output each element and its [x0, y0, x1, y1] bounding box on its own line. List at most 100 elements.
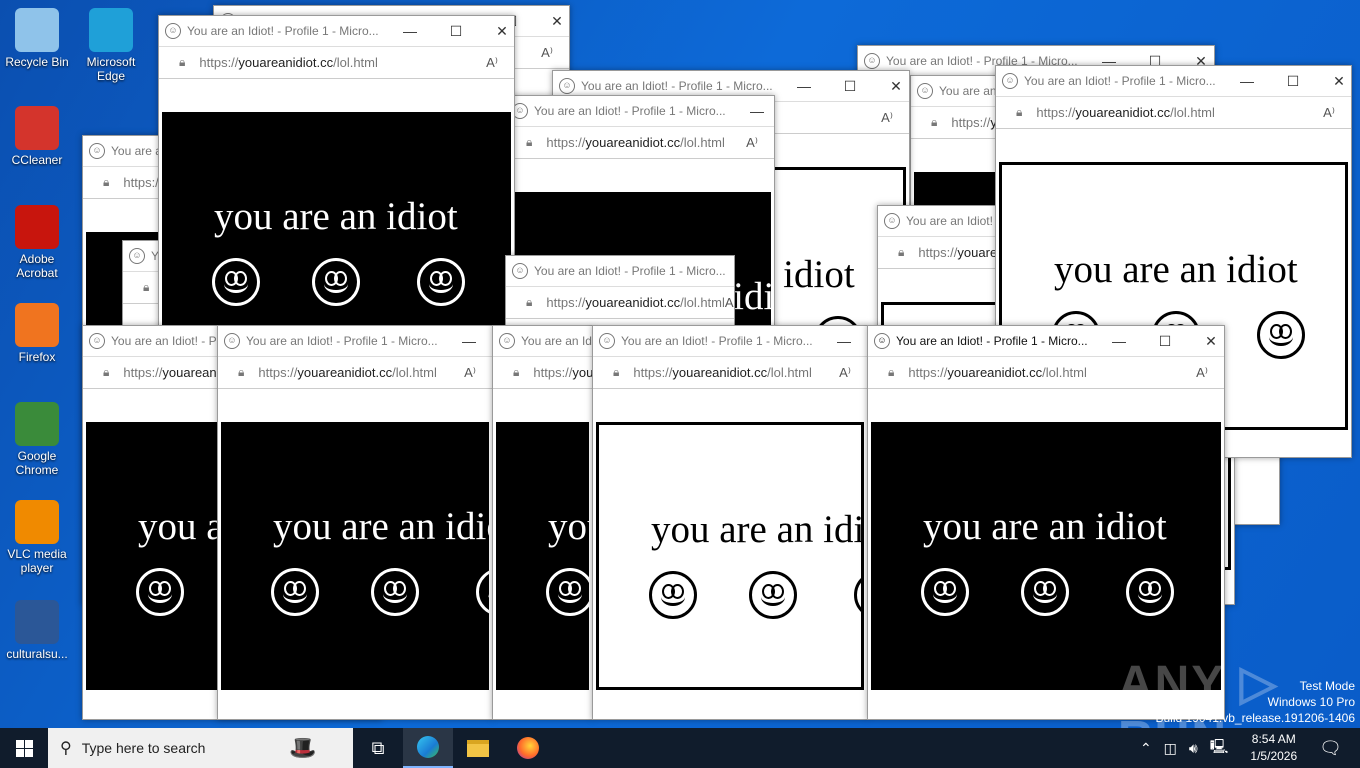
taskbar-firefox-button[interactable] [503, 728, 553, 768]
maximize-button[interactable]: ☐ [433, 23, 479, 40]
network-icon[interactable]: 🖳 [1210, 736, 1229, 760]
minimize-button[interactable]: — [821, 333, 867, 349]
meet-now-icon[interactable]: ◫ [1164, 740, 1177, 757]
vlc-icon [15, 500, 59, 544]
clock[interactable]: 8:54 AM 1/5/2026 [1250, 731, 1297, 765]
title-bar[interactable]: ☺ You are an Idiot! - Profile 1 - Micro.… [868, 326, 1224, 357]
desktop-icon[interactable]: Adobe Acrobat [0, 205, 74, 280]
read-aloud-icon[interactable]: A⁾ [486, 55, 498, 71]
cortana-search-highlight-icon: 🎩 [253, 728, 353, 768]
notifications-icon[interactable]: 🗨︎ [1319, 738, 1342, 759]
url-prefix: https:// [951, 115, 991, 130]
smiley-icon [476, 568, 489, 616]
smiley-icon [1257, 311, 1305, 359]
minimize-button[interactable]: — [781, 78, 827, 94]
taskbar-edge-button[interactable] [403, 728, 453, 768]
address-bar[interactable]: 🔒︎ https://youareanidiot.cc/lol.html A⁾ [868, 357, 1224, 389]
read-aloud-icon[interactable]: A⁾ [1196, 365, 1208, 381]
desktop-icon-label: Microsoft Edge [86, 55, 136, 83]
minimize-button[interactable]: — [387, 23, 433, 39]
clock-time: 8:54 AM [1251, 732, 1296, 746]
browser-window[interactable]: ☺ You are an Idiot! - Profile 1 - Micro.… [592, 325, 868, 720]
taskbar-file-explorer-button[interactable] [453, 728, 503, 768]
address-bar[interactable]: 🔒︎ https://youareanidiot.cc/lol.html A⁾ [218, 357, 492, 389]
title-bar[interactable]: ☺ You are an Idiot! - Profile 1 - Micro.… [159, 16, 514, 47]
minimize-button[interactable]: — [1224, 73, 1270, 89]
smiley-icon [371, 568, 419, 616]
url-prefix: https:// [633, 365, 673, 380]
desktop-icon[interactable]: Firefox [0, 303, 74, 364]
start-button[interactable] [0, 728, 48, 768]
lock-icon: 🔒︎ [526, 295, 533, 309]
smiley-favicon-icon: ☺ [165, 23, 181, 39]
title-bar[interactable]: ☺ You are an Idiot! - Profile 1 - Micro.… [996, 66, 1351, 97]
browser-window[interactable]: ☺ You are an Idiot! - Profile 1 - Micro.… [492, 325, 593, 720]
lock-icon: 🔒︎ [888, 365, 895, 379]
close-button[interactable]: ✕ [1316, 73, 1351, 90]
read-aloud-icon[interactable]: A⁾ [541, 45, 553, 61]
maximize-button[interactable]: ☐ [827, 78, 873, 95]
windows-watermark: Test Mode Windows 10 Pro Build 19041.vb_… [1156, 678, 1356, 726]
smiley-icon [312, 258, 360, 306]
desktop-icon-label: VLC media player [7, 547, 67, 575]
close-button[interactable]: ✕ [873, 78, 909, 95]
minimize-button[interactable]: — [446, 333, 492, 349]
address-bar[interactable]: 🔒︎ https://youareanidiot.cc/lol.html A⁾ [506, 127, 774, 159]
maximize-button[interactable]: ☐ [1270, 73, 1316, 90]
desktop-icon[interactable]: Recycle Bin [0, 8, 74, 69]
url-domain: youareanidiot.cc [297, 365, 393, 380]
desktop-icon[interactable]: Microsoft Edge [74, 8, 148, 83]
address-bar[interactable]: 🔒︎ https://youareanidiot.cc/lol.html A⁾ [159, 47, 514, 79]
lock-icon: 🔒︎ [931, 115, 938, 129]
smiley-favicon-icon: ☺ [559, 78, 575, 94]
title-bar[interactable]: ☺ You are an Idiot! - Profile 1 - Micro.… [593, 326, 867, 357]
title-bar[interactable]: ☺ You are an Idiot! - Profile 1 - Micro.… [506, 256, 734, 287]
address-bar[interactable]: 🔒︎ https://youareanidiot.cc/lol.html A⁾ [493, 357, 592, 389]
read-aloud-icon[interactable]: A⁾ [746, 135, 758, 151]
idiot-text: you are an idiot [651, 508, 864, 551]
minimize-button[interactable]: — [734, 263, 735, 279]
desktop-icon[interactable]: CCleaner [0, 106, 74, 167]
desktop-icon[interactable]: Google Chrome [0, 402, 74, 477]
url-prefix: https:// [199, 55, 239, 70]
title-bar[interactable]: ☺ You are an Idiot! - Profile 1 - Micro.… [218, 326, 492, 357]
minimize-button[interactable]: — [1096, 333, 1142, 349]
minimize-button[interactable]: — [734, 103, 774, 119]
smiley-icon [136, 568, 184, 616]
url-path: /lol.html [333, 55, 378, 70]
volume-icon[interactable]: 🔊︎ [1189, 740, 1198, 757]
read-aloud-icon[interactable]: A⁾ [464, 365, 476, 381]
window-title: You are an Idiot! - Profile 1 - Micro... [621, 334, 813, 348]
read-aloud-icon[interactable]: A⁾ [725, 295, 734, 311]
address-bar[interactable]: 🔒︎ https://youareanidiot.cc/lol.html A⁾ [506, 287, 734, 319]
desktop-icon-label: CCleaner [11, 153, 63, 167]
browser-window[interactable]: ☺ You are an Idiot! - Profile 1 - Micro.… [217, 325, 493, 720]
ccleaner-icon [15, 106, 59, 150]
show-hidden-icons-button[interactable]: ⌃ [1140, 740, 1152, 757]
smiley-favicon-icon: ☺ [224, 333, 240, 349]
smiley-favicon-icon: ☺ [512, 263, 528, 279]
smiley-favicon-icon: ☺ [864, 53, 880, 69]
lock-icon: 🔒︎ [143, 280, 150, 294]
read-aloud-icon[interactable]: A⁾ [839, 365, 851, 381]
desktop-icon[interactable]: culturalsu... [0, 600, 74, 661]
url-prefix: https:// [546, 135, 586, 150]
title-bar[interactable]: ☺ You are an Idiot! - Profile 1 - Micro.… [493, 326, 592, 357]
desktop-icon[interactable]: VLC media player [0, 500, 74, 575]
url-path: /lol.html [680, 295, 725, 310]
close-button[interactable]: ✕ [534, 13, 569, 30]
smiley-icon [649, 571, 697, 619]
address-bar[interactable]: 🔒︎ https://youareanidiot.cc/lol.html A⁾ [996, 97, 1351, 129]
task-view-button[interactable]: ⧉ [353, 728, 403, 768]
read-aloud-icon[interactable]: A⁾ [881, 110, 893, 126]
build-text: Build 19041.vb_release.191206-1406 [1155, 711, 1356, 725]
address-bar[interactable]: 🔒︎ https://youareanidiot.cc/lol.html A⁾ [593, 357, 867, 389]
search-box[interactable]: ⚲ Type here to search [48, 728, 253, 768]
clock-date: 1/5/2026 [1250, 749, 1298, 763]
title-bar[interactable]: ☺ You are an Idiot! - Profile 1 - Micro.… [506, 96, 774, 127]
desktop-icon-label: Adobe Acrobat [16, 252, 58, 280]
close-button[interactable]: ✕ [1188, 333, 1224, 350]
read-aloud-icon[interactable]: A⁾ [1323, 105, 1335, 121]
close-button[interactable]: ✕ [479, 23, 514, 40]
maximize-button[interactable]: ☐ [1142, 333, 1188, 350]
